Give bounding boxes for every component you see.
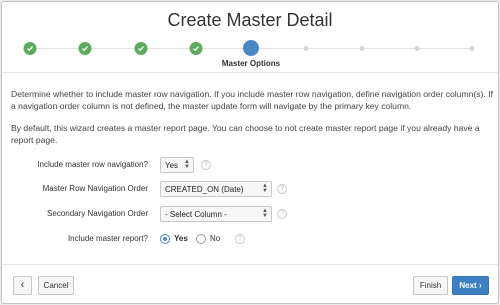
include-nav-row: Include master row navigation? Yes ▲ ▼ ? [2,157,498,173]
step-7-icon [359,46,365,51]
help-icon[interactable]: ? [277,209,287,219]
dialog-title: Create Master Detail [167,10,333,30]
chevron-right-icon: › [478,281,482,290]
step-3-done-icon [134,42,148,55]
next-button-label: Next [459,281,477,290]
wizard-progress: Master Options [2,40,498,70]
create-master-detail-dialog: Create Master Detail Master Options Dete… [1,1,499,304]
step-9-icon [469,46,475,51]
step-2-done-icon [78,42,92,55]
include-report-yes-radio[interactable] [160,234,170,244]
chevron-left-icon: ‹ [20,279,25,291]
include-nav-label: Include master row navigation? [37,160,148,169]
nav-order-value: CREATED_ON (Date) [165,185,244,194]
secondary-nav-value: - Select Column - [165,210,227,219]
help-icon[interactable]: ? [235,234,245,244]
secondary-nav-row: Secondary Navigation Order - Select Colu… [2,206,498,222]
step-6-icon [303,46,309,51]
cancel-button-label: Cancel [43,281,69,290]
current-step-label: Master Options [221,59,281,68]
secondary-nav-select[interactable]: - Select Column - ▲ ▼ [160,206,272,222]
footer-divider [2,264,498,265]
select-arrows-icon: ▲ ▼ [262,183,268,194]
step-8-icon [414,46,420,51]
next-button[interactable]: Next › [452,276,489,295]
include-report-no-radio[interactable] [196,234,206,244]
header-divider [2,72,498,73]
finish-button-label: Finish [419,281,442,290]
select-arrows-icon: ▲ ▼ [262,208,268,219]
intro-paragraph-navigation: Determine whether to include master row … [11,89,493,111]
secondary-nav-label: Secondary Navigation Order [47,209,148,218]
select-arrows-icon: ▲ ▼ [184,159,190,170]
nav-order-row: Master Row Navigation Order CREATED_ON (… [2,181,498,197]
step-4-done-icon [189,42,203,55]
include-report-row: Include master report? Yes No ? [2,231,498,247]
intro-paragraph-report: By default, this wizard creates a master… [11,123,480,145]
include-report-yes-label[interactable]: Yes [174,234,188,243]
cancel-button[interactable]: Cancel [38,276,74,295]
finish-button[interactable]: Finish [413,276,448,295]
back-button[interactable]: ‹ [13,276,32,295]
help-icon[interactable]: ? [277,184,287,194]
include-nav-select[interactable]: Yes ▲ ▼ [160,157,194,173]
step-1-done-icon [23,42,37,55]
include-report-label: Include master report? [67,234,148,243]
step-5-current-icon [243,40,259,56]
help-icon[interactable]: ? [201,160,211,170]
nav-order-label: Master Row Navigation Order [42,184,148,193]
include-report-no-label[interactable]: No [210,234,220,243]
nav-order-select[interactable]: CREATED_ON (Date) ▲ ▼ [160,181,272,197]
include-nav-value: Yes [165,161,179,170]
